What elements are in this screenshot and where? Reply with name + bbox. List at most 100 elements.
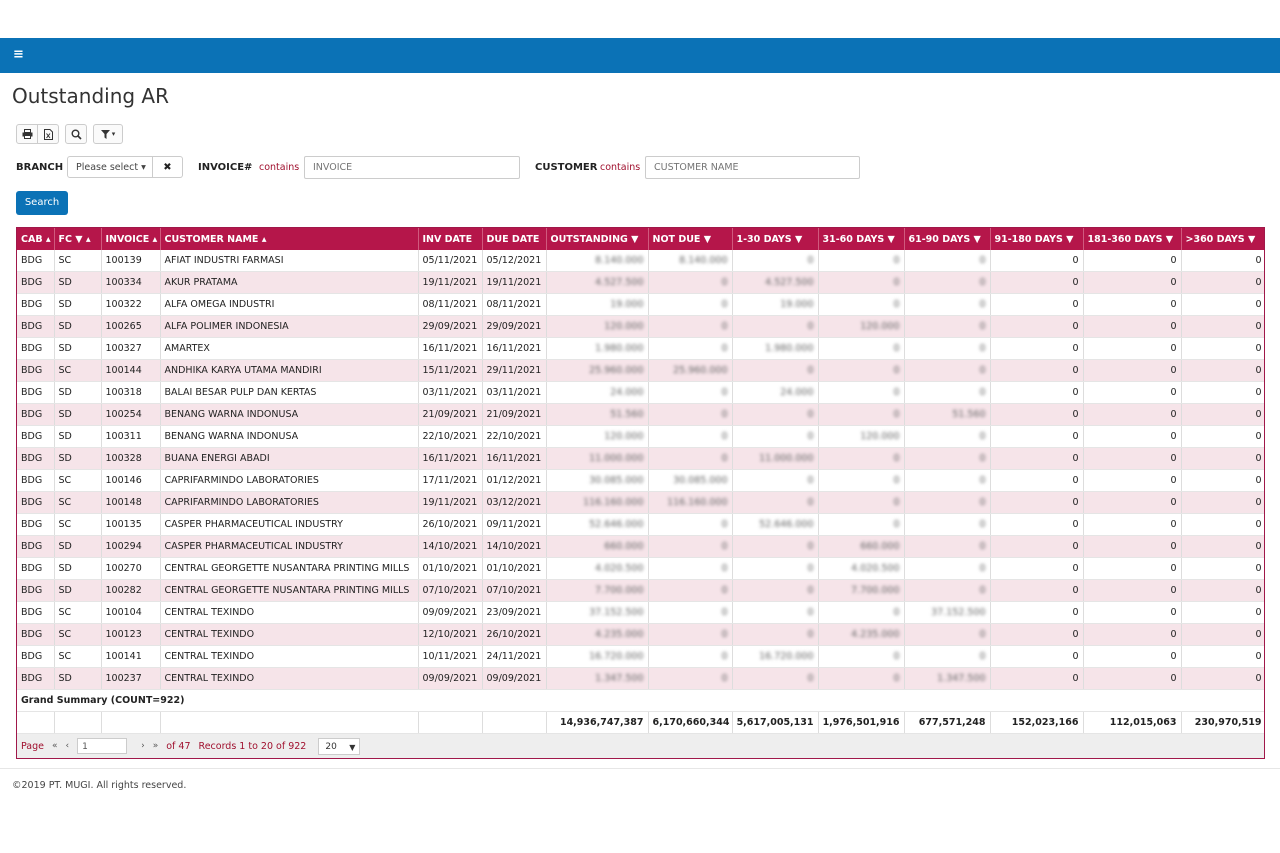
amount-value: 4.020.500: [851, 563, 900, 574]
table-row[interactable]: BDG SD 100311 BENANG WARNA INDONUSA 22/10/20…: [17, 425, 1264, 448]
table-row[interactable]: BDG SD 100328 BUANA ENERGI ABADI 16/11/2021 1…: [17, 447, 1264, 470]
amount-cell: 30.085.000: [648, 469, 733, 492]
column-header[interactable]: DUE DATE: [482, 228, 547, 250]
table-row[interactable]: BDG SC 100146 CAPRIFARMINDO LABORATORIES 17/…: [17, 469, 1264, 492]
amount-value: 0: [1170, 629, 1177, 640]
column-header[interactable]: INVOICE ▴: [101, 228, 161, 250]
branch-clear-button[interactable]: ✖: [153, 156, 183, 178]
customer-input[interactable]: [645, 156, 860, 179]
column-header[interactable]: OUTSTANDING ▼: [546, 228, 649, 250]
amount-value: 0: [721, 563, 728, 574]
amount-cell: 19.000: [732, 293, 819, 316]
table-cell: BDG: [17, 250, 55, 272]
amount-value: 52.646.000: [759, 519, 814, 530]
export-excel-button[interactable]: [37, 125, 58, 143]
table-row[interactable]: BDG SC 100141 CENTRAL TEXINDO 10/11/2021 24/1…: [17, 645, 1264, 668]
first-page-button[interactable]: «: [52, 741, 58, 751]
amount-cell: 0: [1181, 403, 1264, 426]
filter-dropdown-button[interactable]: ▾: [94, 125, 122, 143]
table-row[interactable]: BDG SD 100270 CENTRAL GEORGETTE NUSANTARA P…: [17, 557, 1264, 580]
amount-value: 0: [1072, 343, 1079, 354]
amount-cell: 0: [732, 469, 819, 492]
amount-cell: 0: [904, 579, 991, 602]
print-button[interactable]: [17, 125, 37, 143]
amount-value: 0: [1072, 629, 1079, 640]
table-row[interactable]: BDG SD 100334 AKUR PRATAMA 19/11/2021 19/11/2…: [17, 271, 1264, 294]
table-cell: 29/09/2021: [418, 315, 483, 338]
last-page-button[interactable]: »: [153, 741, 159, 751]
invoice-input[interactable]: [304, 156, 520, 179]
column-header[interactable]: 31-60 DAYS ▼: [818, 228, 905, 250]
table-row[interactable]: BDG SD 100318 BALAI BESAR PULP DAN KERTAS 03…: [17, 381, 1264, 404]
amount-cell: 0: [648, 381, 733, 404]
table-cell: CENTRAL TEXINDO: [160, 645, 419, 668]
column-header[interactable]: FC ▼ ▴: [54, 228, 102, 250]
next-page-button[interactable]: ›: [141, 741, 145, 751]
table-cell: 100311: [101, 425, 161, 448]
amount-value: 7.700.000: [595, 585, 644, 596]
amount-value: 0: [807, 563, 814, 574]
amount-cell: 4.235.000: [546, 623, 649, 646]
table-row[interactable]: BDG SD 100237 CENTRAL TEXINDO 09/09/2021 09/0…: [17, 667, 1264, 690]
table-cell: BDG: [17, 271, 55, 294]
amount-value: 51.560: [610, 409, 644, 420]
table-row[interactable]: BDG SC 100104 CENTRAL TEXINDO 09/09/2021 23/0…: [17, 601, 1264, 624]
table-row[interactable]: BDG SC 100123 CENTRAL TEXINDO 12/10/2021 26/1…: [17, 623, 1264, 646]
branch-select[interactable]: Please select ▾: [67, 156, 153, 178]
amount-value: 19.000: [610, 299, 644, 310]
amount-cell: 0: [904, 250, 991, 272]
amount-value: 0: [1072, 409, 1079, 420]
excel-file-icon: [43, 128, 53, 140]
toolbar: ▾: [16, 124, 123, 144]
table-row[interactable]: BDG SD 100254 BENANG WARNA INDONUSA 21/09/20…: [17, 403, 1264, 426]
column-header[interactable]: 181-360 DAYS ▼: [1083, 228, 1182, 250]
amount-value: 0: [893, 475, 900, 486]
amount-cell: 0: [648, 601, 733, 624]
table-row[interactable]: BDG SD 100327 AMARTEX 16/11/2021 16/11/2021 1.…: [17, 337, 1264, 360]
column-header[interactable]: 61-90 DAYS ▼: [904, 228, 991, 250]
amount-cell: 0: [990, 381, 1084, 404]
amount-cell: 16.720.000: [546, 645, 649, 668]
amount-cell: 0: [990, 513, 1084, 536]
table-row[interactable]: BDG SC 100139 AFIAT INDUSTRI FARMASI 05/11/2…: [17, 250, 1264, 272]
amount-value: 51.560: [952, 409, 986, 420]
amount-value: 4.020.500: [595, 563, 644, 574]
table-cell: BDG: [17, 447, 55, 470]
amount-value: 0: [1170, 651, 1177, 662]
table-row[interactable]: BDG SD 100282 CENTRAL GEORGETTE NUSANTARA P…: [17, 579, 1264, 602]
amount-value: 0: [807, 541, 814, 552]
table-row[interactable]: BDG SC 100148 CAPRIFARMINDO LABORATORIES 19/…: [17, 491, 1264, 514]
amount-value: 0: [1072, 453, 1079, 464]
table-row[interactable]: BDG SD 100294 CASPER PHARMACEUTICAL INDUSTR…: [17, 535, 1264, 558]
amount-cell: 0: [904, 381, 991, 404]
column-header[interactable]: NOT DUE ▼: [648, 228, 733, 250]
page-number-input[interactable]: 1: [77, 738, 128, 754]
prev-page-button[interactable]: ‹: [66, 741, 70, 751]
search-toggle-button[interactable]: [66, 125, 86, 143]
amount-value: 116.160.000: [583, 497, 644, 508]
column-header[interactable]: >360 DAYS ▼: [1181, 228, 1264, 250]
hamburger-menu-icon[interactable]: ≡: [13, 47, 24, 62]
table-row[interactable]: BDG SC 100135 CASPER PHARMACEUTICAL INDUSTR…: [17, 513, 1264, 536]
column-header[interactable]: 91-180 DAYS ▼: [990, 228, 1084, 250]
summary-total-cell: 230,970,519: [1181, 711, 1264, 734]
table-cell: 100334: [101, 271, 161, 294]
table-cell: 29/09/2021: [482, 315, 547, 338]
table-cell: SC: [54, 513, 102, 536]
amount-value: 0: [1255, 387, 1262, 398]
branch-label: BRANCH: [16, 162, 64, 173]
table-cell: ALFA POLIMER INDONESIA: [160, 315, 419, 338]
table-row[interactable]: BDG SD 100265 ALFA POLIMER INDONESIA 29/09/2…: [17, 315, 1264, 338]
table-body: BDG SC 100139 AFIAT INDUSTRI FARMASI 05/11/2…: [17, 250, 1264, 690]
table-row[interactable]: BDG SC 100144 ANDHIKA KARYA UTAMA MANDIRI 15…: [17, 359, 1264, 382]
amount-cell: 4.020.500: [546, 557, 649, 580]
table-row[interactable]: BDG SD 100322 ALFA OMEGA INDUSTRI 08/11/2021…: [17, 293, 1264, 316]
search-button[interactable]: Search: [16, 191, 68, 215]
page-size-select[interactable]: 20 ▼: [318, 737, 361, 755]
column-header[interactable]: INV DATE: [418, 228, 483, 250]
column-header[interactable]: 1-30 DAYS ▼: [732, 228, 819, 250]
column-header[interactable]: CUSTOMER NAME ▴: [160, 228, 419, 250]
amount-value: 0: [979, 475, 986, 486]
amount-cell: 0: [1181, 557, 1264, 580]
column-header[interactable]: CAB ▴: [17, 228, 55, 250]
